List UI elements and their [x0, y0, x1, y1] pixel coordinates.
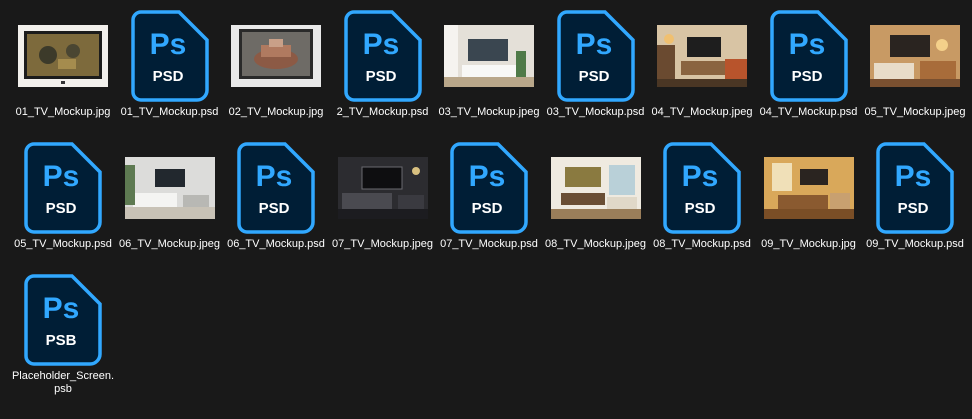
photoshop-psd-icon: Ps PSD: [230, 140, 322, 236]
file-name: 01_TV_Mockup.jpg: [15, 106, 111, 118]
photoshop-psd-icon: Ps PSD: [124, 8, 216, 104]
image-thumbnail: [443, 8, 535, 104]
svg-text:PSD: PSD: [46, 200, 77, 217]
photoshop-psd-icon: Ps PSD: [550, 8, 642, 104]
file-item[interactable]: 06_TV_Mockup.jpeg: [117, 140, 223, 265]
image-thumbnail: [550, 140, 642, 236]
image-thumbnail: [17, 8, 109, 104]
svg-text:Ps: Ps: [682, 160, 719, 193]
file-item[interactable]: Ps PSD 04_TV_Mockup.psd: [756, 8, 862, 133]
svg-text:Ps: Ps: [788, 28, 825, 61]
file-name: 08_TV_Mockup.jpeg: [545, 238, 646, 250]
svg-text:PSD: PSD: [472, 200, 503, 217]
file-name: 02_TV_Mockup.jpg: [228, 106, 324, 118]
svg-text:Ps: Ps: [895, 160, 932, 193]
file-name: 01_TV_Mockup.psd: [120, 106, 219, 118]
file-item[interactable]: 02_TV_Mockup.jpg: [223, 8, 329, 133]
file-name: Placeholder_Screen.psb: [11, 370, 115, 395]
file-item[interactable]: 08_TV_Mockup.jpeg: [543, 140, 649, 265]
file-name: 05_TV_Mockup.jpeg: [864, 106, 966, 118]
svg-text:PSD: PSD: [365, 68, 396, 85]
photoshop-psb-icon: Ps PSB: [17, 272, 109, 368]
file-name: 03_TV_Mockup.psd: [546, 106, 645, 118]
photoshop-psd-icon: Ps PSD: [337, 8, 429, 104]
file-item[interactable]: Ps PSB Placeholder_Screen.psb: [10, 272, 116, 397]
photoshop-psd-icon: Ps PSD: [443, 140, 535, 236]
file-item[interactable]: Ps PSD 09_TV_Mockup.psd: [862, 140, 968, 265]
file-name: 09_TV_Mockup.jpg: [761, 238, 856, 250]
file-name: 04_TV_Mockup.jpeg: [651, 106, 753, 118]
file-item[interactable]: Ps PSD 06_TV_Mockup.psd: [223, 140, 329, 265]
file-name: 09_TV_Mockup.psd: [866, 238, 964, 250]
file-name: 07_TV_Mockup.psd: [440, 238, 538, 250]
image-thumbnail: [763, 140, 855, 236]
file-name: 08_TV_Mockup.psd: [653, 238, 751, 250]
file-item[interactable]: Ps PSD 01_TV_Mockup.psd: [117, 8, 223, 133]
svg-text:Ps: Ps: [575, 28, 612, 61]
file-name: 04_TV_Mockup.psd: [759, 106, 858, 118]
svg-text:PSD: PSD: [791, 68, 822, 85]
svg-text:PSD: PSD: [259, 200, 290, 217]
photoshop-psd-icon: Ps PSD: [17, 140, 109, 236]
svg-text:PSD: PSD: [578, 68, 609, 85]
svg-text:PSD: PSD: [152, 68, 183, 85]
file-item[interactable]: Ps PSD 08_TV_Mockup.psd: [649, 140, 755, 265]
file-item[interactable]: Ps PSD 2_TV_Mockup.psd: [330, 8, 436, 133]
file-item[interactable]: 05_TV_Mockup.jpeg: [862, 8, 968, 133]
file-grid: 01_TV_Mockup.jpg Ps PSD 01_TV_Mockup.psd…: [0, 0, 972, 419]
file-name: 05_TV_Mockup.psd: [14, 238, 112, 250]
image-thumbnail: [230, 8, 322, 104]
file-item[interactable]: Ps PSD 03_TV_Mockup.psd: [543, 8, 649, 133]
svg-text:Ps: Ps: [149, 28, 186, 61]
image-thumbnail: [869, 8, 961, 104]
image-thumbnail: [124, 140, 216, 236]
image-thumbnail: [337, 140, 429, 236]
file-name: 06_TV_Mockup.psd: [227, 238, 325, 250]
svg-text:PSD: PSD: [685, 200, 716, 217]
svg-text:Ps: Ps: [362, 28, 399, 61]
file-item[interactable]: 04_TV_Mockup.jpeg: [649, 8, 755, 133]
file-item[interactable]: 09_TV_Mockup.jpg: [756, 140, 862, 265]
svg-text:PSD: PSD: [898, 200, 929, 217]
svg-text:Ps: Ps: [43, 160, 80, 193]
svg-text:Ps: Ps: [469, 160, 506, 193]
file-item[interactable]: 07_TV_Mockup.jpeg: [330, 140, 436, 265]
photoshop-psd-icon: Ps PSD: [656, 140, 748, 236]
svg-text:Ps: Ps: [43, 292, 80, 325]
file-item[interactable]: Ps PSD 07_TV_Mockup.psd: [436, 140, 542, 265]
file-name: 07_TV_Mockup.jpeg: [332, 238, 433, 250]
photoshop-psd-icon: Ps PSD: [869, 140, 961, 236]
file-name: 2_TV_Mockup.psd: [336, 106, 429, 118]
svg-text:PSB: PSB: [46, 332, 77, 349]
photoshop-psd-icon: Ps PSD: [763, 8, 855, 104]
file-name: 03_TV_Mockup.jpeg: [438, 106, 540, 118]
file-item[interactable]: 03_TV_Mockup.jpeg: [436, 8, 542, 133]
image-thumbnail: [656, 8, 748, 104]
file-item[interactable]: Ps PSD 05_TV_Mockup.psd: [10, 140, 116, 265]
file-item[interactable]: 01_TV_Mockup.jpg: [10, 8, 116, 133]
file-name: 06_TV_Mockup.jpeg: [119, 238, 220, 250]
svg-text:Ps: Ps: [256, 160, 293, 193]
